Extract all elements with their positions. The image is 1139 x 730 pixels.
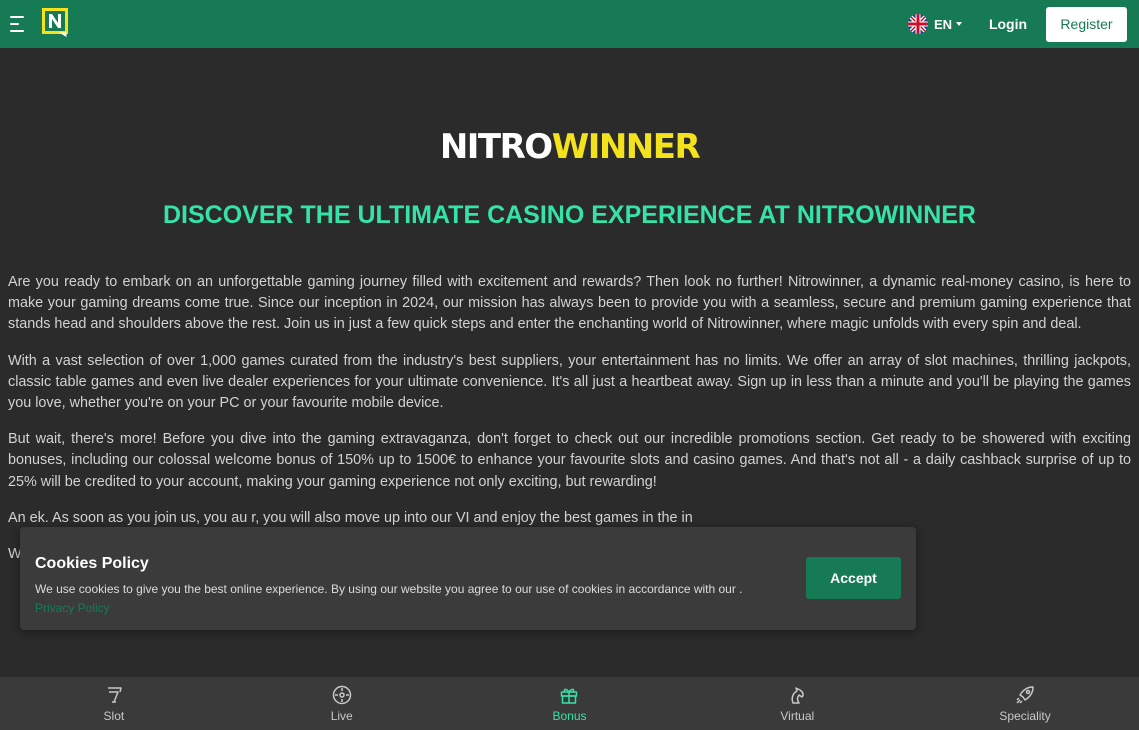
logo-icon[interactable] [42, 8, 68, 38]
nav-label-slot: Slot [103, 709, 125, 723]
nav-item-live[interactable]: Live [228, 677, 456, 730]
cookie-banner: Cookies Policy We use cookies to give yo… [20, 527, 916, 630]
brand-logo-part2: WINNER [551, 127, 701, 167]
hamburger-menu-icon[interactable] [10, 16, 26, 32]
language-selector[interactable]: EN [908, 14, 963, 34]
intro-paragraph-partially-hidden: An ek. As soon as you join us, you au r,… [8, 509, 693, 526]
nav-item-virtual[interactable]: Virtual [683, 677, 911, 730]
intro-paragraph: With a vast selection of over 1,000 game… [8, 352, 1131, 412]
privacy-policy-link[interactable]: Privacy Policy [35, 599, 110, 618]
intro-paragraph: But wait, there's more! Before you dive … [8, 431, 1131, 490]
chevron-down-icon [956, 22, 963, 26]
top-bar: EN Login Register [0, 0, 1139, 48]
gift-icon [561, 688, 578, 704]
accept-cookies-button[interactable]: Accept [806, 557, 901, 599]
cookie-title: Cookies Policy [35, 555, 149, 572]
nav-label-speciality: Speciality [999, 709, 1051, 723]
nav-item-speciality[interactable]: Speciality [911, 677, 1139, 730]
brand-logo-part1: NITRO [439, 127, 553, 167]
register-button[interactable]: Register [1046, 7, 1127, 42]
login-button[interactable]: Login [978, 14, 1038, 34]
bottom-nav: Slot Live Bonus Virtual Speciality [0, 677, 1139, 730]
nav-item-bonus[interactable]: Bonus [456, 677, 684, 730]
nav-label-bonus: Bonus [552, 709, 587, 723]
language-label: EN [934, 16, 953, 32]
uk-flag-icon [908, 14, 928, 34]
nav-label-live: Live [330, 709, 353, 723]
live-icon [332, 685, 351, 705]
nav-item-slot[interactable]: Slot [0, 677, 228, 730]
cookie-text: We use cookies to give you the best onli… [35, 582, 743, 596]
rocket-icon [1016, 686, 1034, 704]
horse-icon [791, 687, 805, 704]
nav-label-virtual: Virtual [780, 709, 815, 723]
page-headline: DISCOVER THE ULTIMATE CASINO EXPERIENCE … [163, 201, 976, 229]
intro-paragraph: Are you ready to embark on an unforgetta… [8, 274, 1131, 333]
brand-logo: NITROWINNER [0, 126, 1139, 168]
slot-icon [107, 687, 122, 703]
